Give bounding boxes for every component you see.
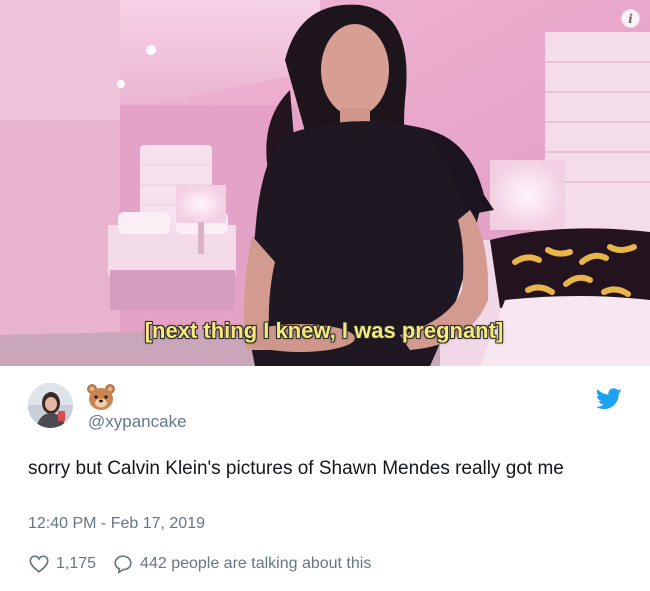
tweet-actions: 1,175 442 people are talking about this: [28, 552, 371, 576]
display-name-emoji[interactable]: [86, 383, 116, 411]
tweet-text: sorry but Calvin Klein's pictures of Sha…: [28, 458, 564, 479]
heart-icon: [29, 555, 49, 573]
tweet-timestamp[interactable]: 12:40 PM - Feb 17, 2019: [28, 515, 205, 533]
avatar[interactable]: [28, 383, 73, 428]
tweet-body: @xypancake sorry but Calvin Klein's pict…: [0, 366, 650, 591]
tweet-card: i [next thing I knew, I was pregnant] @x…: [0, 0, 650, 591]
room-photo: [0, 0, 650, 366]
reply-conversation-button[interactable]: 442 people are talking about this: [112, 553, 371, 575]
image-caption: [next thing I knew, I was pregnant]: [144, 318, 504, 343]
twitter-bird-icon[interactable]: [595, 388, 622, 410]
user-handle[interactable]: @xypancake: [88, 412, 187, 432]
like-count: 1,175: [56, 555, 97, 572]
bear-emoji-icon: [87, 384, 115, 410]
avatar-image: [28, 383, 73, 428]
twitter-logo: [595, 388, 622, 410]
info-icon[interactable]: i: [621, 9, 640, 28]
tweet-media-image[interactable]: i [next thing I knew, I was pregnant]: [0, 0, 650, 366]
speech-bubble-icon: [114, 555, 132, 574]
conversation-count: 442 people are talking about this: [140, 555, 372, 572]
like-button[interactable]: 1,175: [28, 553, 112, 575]
